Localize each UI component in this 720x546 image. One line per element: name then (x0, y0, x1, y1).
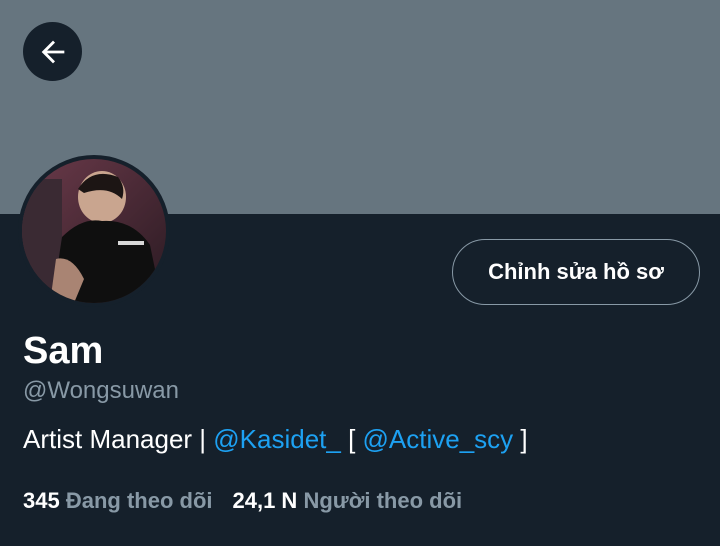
followers-link[interactable]: 24,1 N Người theo dõi (233, 488, 463, 513)
bio-mention-kasidet[interactable]: @Kasidet_ (213, 424, 341, 454)
avatar-photo (22, 159, 166, 303)
profile-stats: 345 Đang theo dõi 24,1 N Người theo dõi (23, 487, 462, 515)
profile-handle: @Wongsuwan (23, 377, 179, 404)
back-button[interactable] (23, 22, 82, 81)
bio-text-prefix: Artist Manager | (23, 424, 214, 454)
followers-label: Người theo dõi (303, 488, 463, 513)
following-label: Đang theo dõi (65, 488, 213, 513)
bio-mention-active-scy[interactable]: @Active_scy (363, 424, 514, 454)
avatar[interactable] (18, 155, 170, 307)
profile-name: Sam (23, 330, 104, 372)
profile-bio: Artist Manager | @Kasidet_ [ @Active_scy… (23, 422, 528, 456)
following-count: 345 (23, 488, 60, 513)
following-link[interactable]: 345 Đang theo dõi (23, 488, 213, 513)
arrow-left-icon (41, 40, 64, 63)
bio-text-suffix: ] (513, 424, 528, 454)
bio-text-middle: [ (340, 424, 363, 454)
edit-profile-button[interactable]: Chỉnh sửa hồ sơ (452, 239, 700, 305)
followers-count: 24,1 N (232, 488, 298, 513)
